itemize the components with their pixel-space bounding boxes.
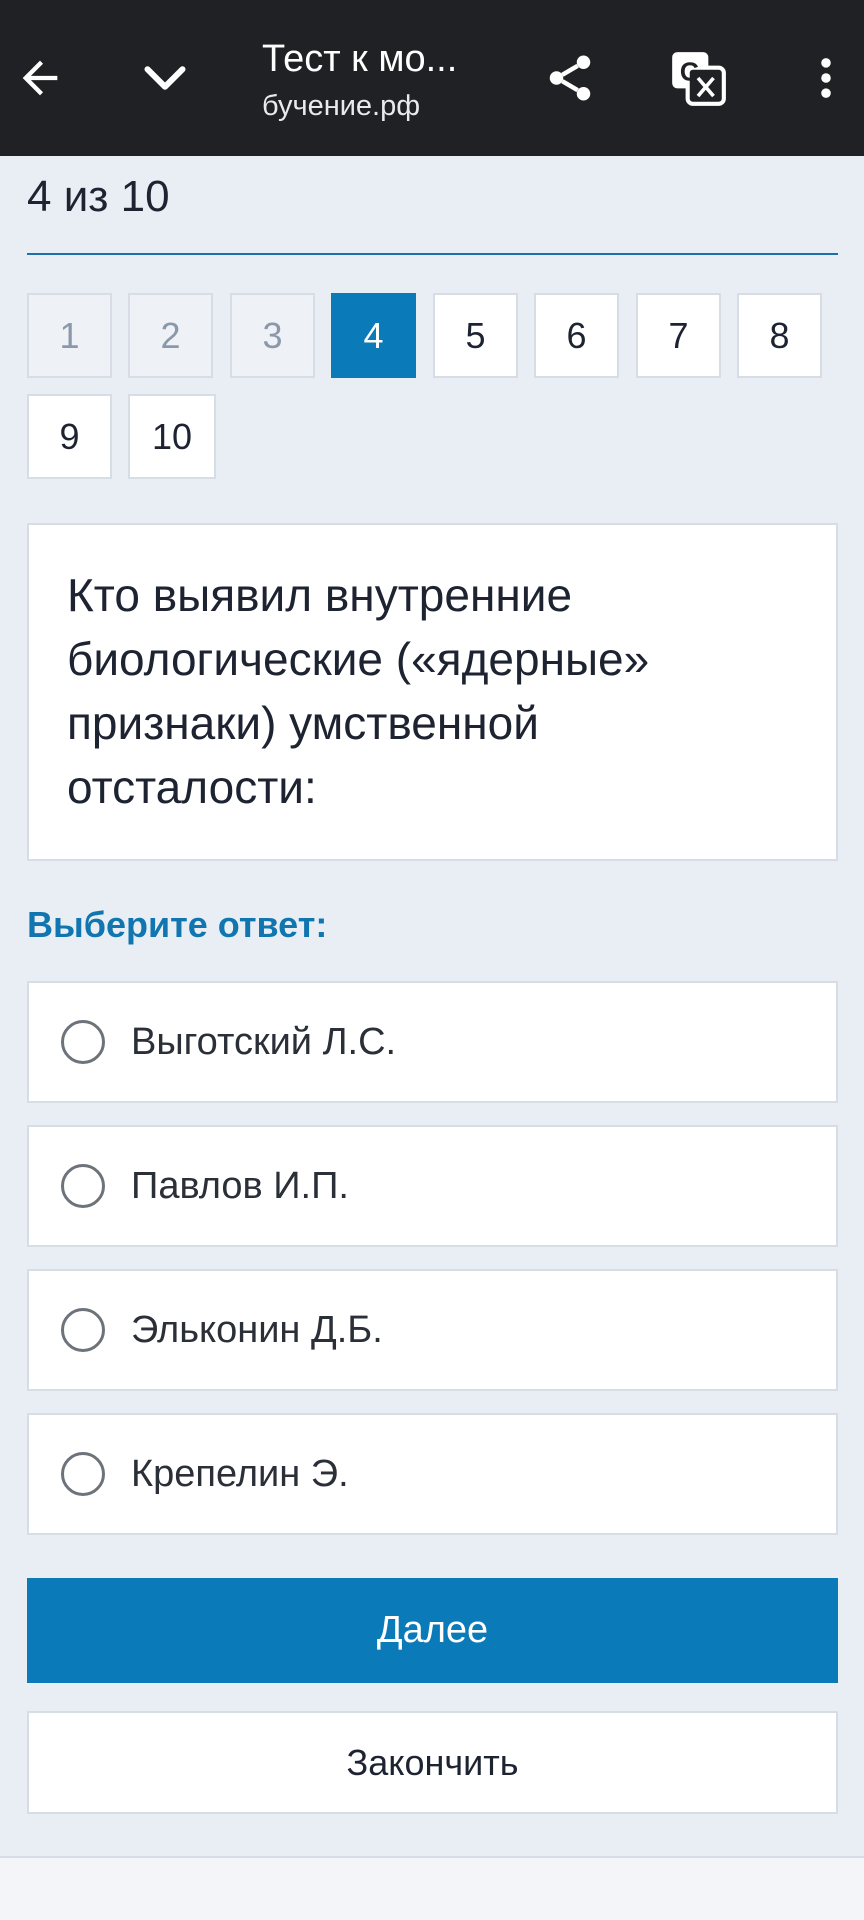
question-number-button[interactable]: 3	[230, 293, 315, 378]
progress-divider	[27, 253, 838, 255]
question-number-button[interactable]: 8	[737, 293, 822, 378]
translate-button[interactable]: G	[658, 38, 738, 118]
share-button[interactable]	[530, 38, 610, 118]
translate-icon: G	[672, 52, 726, 106]
question-number-button[interactable]: 7	[636, 293, 721, 378]
question-number-button[interactable]: 1	[27, 293, 112, 378]
bottom-strip	[0, 1858, 864, 1920]
page-title-area[interactable]: Тест к мо... бучение.рф	[262, 36, 492, 126]
browser-toolbar: Тест к мо... бучение.рф G	[0, 0, 864, 156]
svg-text:G: G	[680, 59, 700, 87]
question-number-button[interactable]: 4	[331, 293, 416, 378]
finish-button[interactable]: Закончить	[27, 1711, 838, 1814]
answer-option[interactable]: Выготский Л.С.	[27, 981, 838, 1103]
answer-option-label: Эльконин Д.Б.	[131, 1308, 383, 1351]
more-vertical-icon	[821, 58, 831, 98]
question-number-button[interactable]: 6	[534, 293, 619, 378]
arrow-left-icon	[22, 60, 58, 96]
question-number-button[interactable]: 2	[128, 293, 213, 378]
answer-option[interactable]: Крепелин Э.	[27, 1413, 838, 1535]
question-card: Кто выявил внутренние биологические («яд…	[27, 523, 838, 861]
next-button[interactable]: Далее	[27, 1578, 838, 1683]
share-icon	[549, 55, 591, 101]
radio-button[interactable]	[61, 1164, 105, 1208]
radio-button[interactable]	[61, 1452, 105, 1496]
question-number-button[interactable]: 5	[433, 293, 518, 378]
chevron-down-icon	[144, 66, 186, 90]
question-number-button[interactable]: 9	[27, 394, 112, 479]
page-title: Тест к мо...	[262, 38, 458, 80]
answer-option[interactable]: Павлов И.П.	[27, 1125, 838, 1247]
collapse-button[interactable]	[125, 38, 205, 118]
question-number-button[interactable]: 10	[128, 394, 216, 479]
choose-answer-label: Выберите ответ:	[27, 904, 328, 945]
radio-button[interactable]	[61, 1308, 105, 1352]
answer-option-label: Павлов И.П.	[131, 1164, 349, 1207]
page-url: бучение.рф	[262, 90, 421, 122]
menu-button[interactable]	[786, 38, 864, 118]
question-text: Кто выявил внутренние биологические («яд…	[67, 569, 650, 813]
progress-counter: 4 из 10	[27, 172, 170, 221]
radio-button[interactable]	[61, 1020, 105, 1064]
answer-option-label: Выготский Л.С.	[131, 1020, 397, 1063]
back-button[interactable]	[0, 38, 80, 118]
answer-option[interactable]: Эльконин Д.Б.	[27, 1269, 838, 1391]
answer-option-label: Крепелин Э.	[131, 1452, 349, 1495]
